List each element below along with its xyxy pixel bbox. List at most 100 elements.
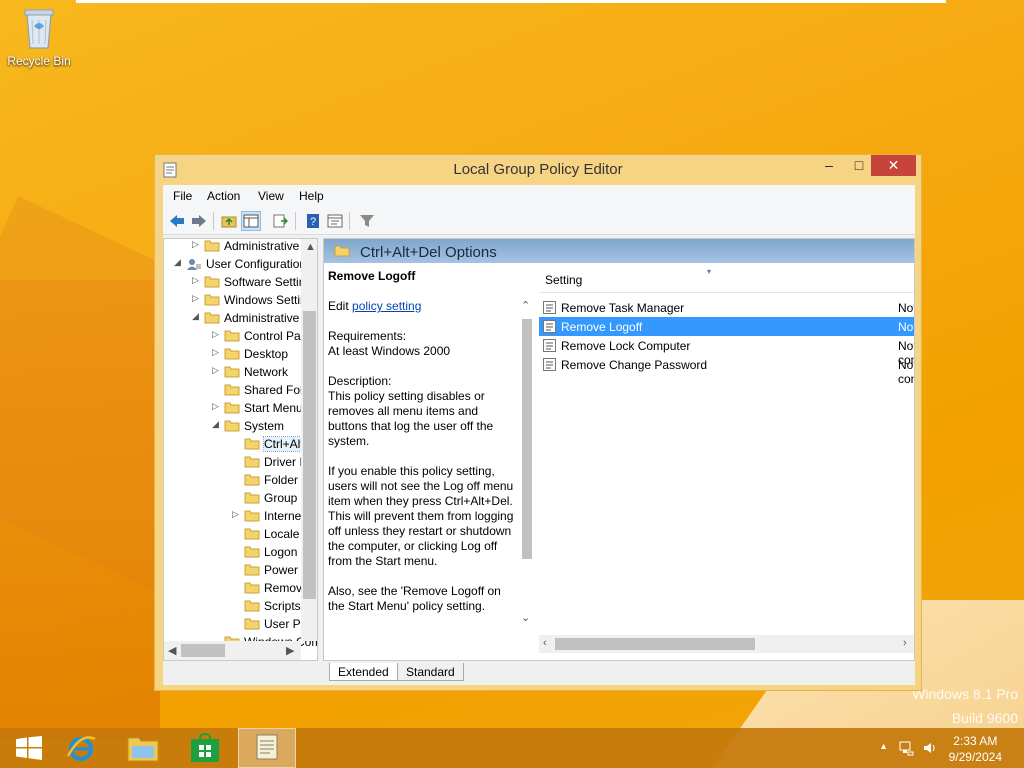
- tab-extended[interactable]: Extended: [329, 663, 398, 681]
- title-bar[interactable]: Local Group Policy Editor – □ ✕: [155, 155, 921, 185]
- properties-button[interactable]: [325, 211, 345, 231]
- taskbar-group-policy-editor[interactable]: [238, 728, 296, 768]
- expand-arrow-icon[interactable]: ▷: [192, 239, 202, 250]
- network-icon[interactable]: [898, 740, 914, 756]
- start-button[interactable]: [0, 728, 58, 768]
- toolbar: ?: [163, 207, 915, 235]
- expand-arrow-icon[interactable]: ▷: [192, 293, 202, 304]
- help-button[interactable]: ?: [303, 211, 323, 231]
- policy-setting-icon: [543, 339, 556, 352]
- back-button[interactable]: [167, 211, 187, 231]
- expand-arrow-icon[interactable]: ▷: [192, 275, 202, 286]
- expand-arrow-icon[interactable]: ▷: [212, 365, 222, 376]
- clock[interactable]: 2:33 AM 9/29/2024: [949, 733, 1002, 765]
- policy-row[interactable]: Remove Task ManagerNot configured: [539, 298, 914, 329]
- description-paragraph-3: Also, see the 'Remove Logoff on the Star…: [328, 584, 501, 613]
- edit-policy-setting-link[interactable]: policy setting: [352, 299, 421, 313]
- volume-icon[interactable]: [922, 740, 938, 756]
- internet-explorer-icon: [66, 736, 96, 761]
- folder-icon: [244, 600, 260, 612]
- scroll-thumb[interactable]: [522, 319, 532, 559]
- clock-time: 2:33 AM: [953, 734, 998, 748]
- toolbar-separator: [349, 212, 350, 230]
- show-hidden-icons-icon[interactable]: ▲: [879, 741, 888, 751]
- collapse-arrow-icon[interactable]: ◢: [174, 257, 184, 268]
- folder-icon: [224, 366, 240, 378]
- console-tree-icon: [243, 214, 259, 228]
- setting-column-header[interactable]: Setting ▾: [539, 267, 914, 293]
- up-one-level-button[interactable]: [219, 211, 239, 231]
- taskbar-store[interactable]: [176, 728, 234, 768]
- scroll-right-icon[interactable]: ▶: [286, 644, 294, 657]
- collapse-arrow-icon[interactable]: ◢: [212, 419, 222, 430]
- filter-button[interactable]: [357, 211, 377, 231]
- toolbar-separator: [213, 212, 214, 230]
- recycle-bin-desktop-icon[interactable]: Recycle Bin: [6, 6, 72, 68]
- tree-node-label: Scripts: [264, 599, 301, 613]
- tree-horizontal-scrollbar[interactable]: ◀ ▶: [164, 641, 301, 660]
- tree-vertical-scrollbar[interactable]: ▲: [301, 239, 317, 641]
- scroll-thumb[interactable]: [303, 311, 316, 599]
- build-watermark: Build 9600: [951, 710, 1018, 726]
- expand-arrow-icon[interactable]: ▷: [212, 401, 222, 412]
- close-button[interactable]: ✕: [871, 155, 916, 176]
- scroll-thumb[interactable]: [181, 644, 225, 657]
- folder-icon: [224, 348, 240, 360]
- minimize-button[interactable]: –: [815, 155, 843, 176]
- policy-name: Remove Logoff: [561, 320, 643, 334]
- forward-arrow-icon: [192, 215, 206, 227]
- tree-node-label: System: [244, 419, 285, 433]
- export-list-icon: [273, 214, 288, 228]
- list-horizontal-scrollbar[interactable]: ‹ ›: [539, 635, 914, 653]
- show-hide-console-tree-button[interactable]: [241, 211, 261, 231]
- menu-file[interactable]: File: [173, 189, 192, 203]
- policy-row[interactable]: Remove Change Password Not configured: [539, 355, 914, 386]
- policy-row[interactable]: Remove LogoffNot configured: [539, 317, 914, 348]
- maximize-button[interactable]: □: [845, 155, 873, 176]
- policy-setting-icon: [543, 301, 556, 314]
- details-pane: Ctrl+Alt+Del Options Remove Logoff Edit …: [323, 238, 915, 661]
- chevron-up-icon[interactable]: ⌃: [521, 299, 530, 312]
- details-header: Ctrl+Alt+Del Options: [324, 239, 914, 263]
- tab-standard[interactable]: Standard: [397, 663, 464, 681]
- expand-arrow-icon[interactable]: ▷: [212, 347, 222, 358]
- folder-icon: [224, 402, 240, 414]
- policy-description: Remove Logoff Edit policy setting Requir…: [328, 269, 518, 629]
- scroll-thumb[interactable]: [555, 638, 755, 650]
- expand-arrow-icon[interactable]: ▷: [232, 509, 242, 520]
- scroll-up-icon[interactable]: ▲: [305, 241, 316, 253]
- collapse-arrow-icon[interactable]: ◢: [192, 311, 202, 322]
- folder-icon: [224, 384, 240, 396]
- tree-node-label: User Configuration: [206, 257, 307, 271]
- menu-help[interactable]: Help: [299, 189, 324, 203]
- taskbar-file-explorer[interactable]: [114, 728, 172, 768]
- scroll-right-icon[interactable]: ›: [903, 637, 907, 649]
- policy-row[interactable]: Remove Lock ComputerNot configured: [539, 336, 914, 367]
- file-explorer-icon: [127, 737, 159, 762]
- folder-icon: [204, 240, 220, 252]
- folder-icon: [224, 420, 240, 432]
- export-list-button[interactable]: [271, 211, 291, 231]
- menu-view[interactable]: View: [258, 189, 284, 203]
- chevron-down-icon[interactable]: ⌄: [521, 611, 530, 624]
- windows-watermark: Windows 8.1 Pro: [912, 686, 1018, 702]
- menu-action[interactable]: Action: [207, 189, 240, 203]
- recycle-bin-icon: [22, 6, 56, 50]
- requirements-label: Requirements:: [328, 329, 407, 343]
- folder-icon: [244, 510, 260, 522]
- forward-button[interactable]: [189, 211, 209, 231]
- recycle-bin-label: Recycle Bin: [7, 54, 71, 68]
- description-scrollbar[interactable]: ⌃ ⌄: [520, 299, 534, 629]
- taskbar-internet-explorer[interactable]: [52, 728, 110, 768]
- scroll-left-icon[interactable]: ◀: [168, 644, 176, 657]
- folder-icon: [244, 492, 260, 504]
- group-policy-editor-icon: [256, 734, 278, 760]
- menu-bar: File Action View Help: [163, 185, 915, 207]
- scroll-left-icon[interactable]: ‹: [543, 637, 547, 649]
- settings-list: Setting ▾ Remove Task ManagerNot configu…: [539, 263, 914, 635]
- filter-icon: [360, 215, 374, 227]
- folder-icon: [244, 438, 260, 450]
- edit-prefix: Edit: [328, 299, 349, 313]
- requirements-value: At least Windows 2000: [328, 344, 451, 358]
- expand-arrow-icon[interactable]: ▷: [212, 329, 222, 340]
